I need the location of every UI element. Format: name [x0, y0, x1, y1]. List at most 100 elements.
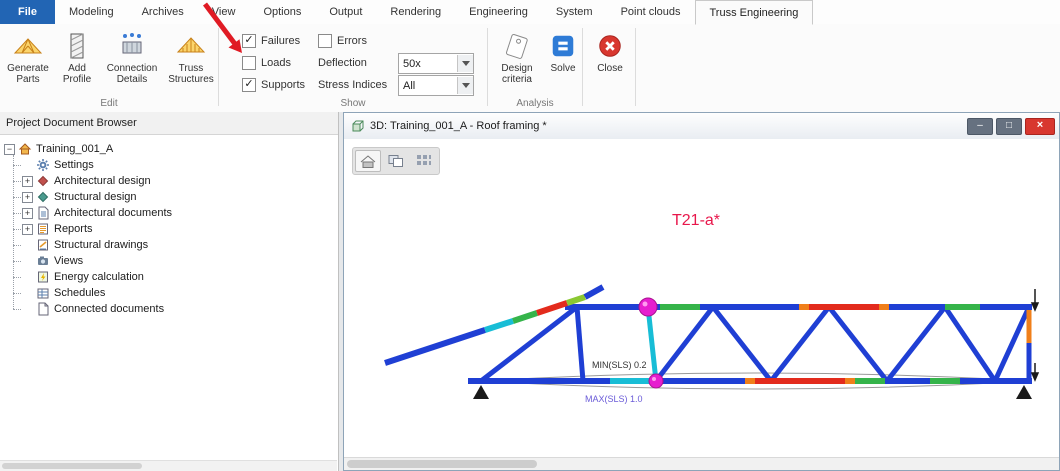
checkbox-checked-icon [242, 34, 256, 48]
3d-view-icon [350, 119, 364, 133]
tree-item-structural-drawings[interactable]: Structural drawings [22, 237, 338, 253]
max-sls-label: MAX(SLS) 1.0 [585, 394, 643, 404]
project-document-browser-panel: Project Document Browser Training_001_A … [0, 112, 339, 471]
panel-horizontal-scrollbar[interactable] [0, 460, 337, 471]
stress-indices-value: All [399, 80, 457, 92]
viewport-window: 3D: Training_001_A - Roof framing * – □ … [343, 112, 1060, 471]
min-sls-label: MIN(SLS) 0.2 [592, 360, 647, 370]
connection-details-label: Connection Details [101, 63, 163, 85]
scrollbar-thumb[interactable] [347, 460, 537, 468]
checkbox-unchecked-icon [242, 56, 256, 70]
expand-icon[interactable] [22, 192, 33, 203]
tag-icon [502, 29, 532, 63]
checkbox-checked-icon [242, 78, 256, 92]
connection-icon [117, 29, 147, 63]
house-icon [358, 153, 378, 169]
node-sphere[interactable] [639, 298, 657, 316]
panel-title: Project Document Browser [0, 112, 338, 135]
tree-item-root[interactable]: Training_001_A [4, 141, 338, 157]
errors-checkbox[interactable]: Errors [318, 33, 367, 49]
expand-icon[interactable] [22, 176, 33, 187]
expand-icon[interactable] [22, 208, 33, 219]
stress-indices-label: Stress Indices [318, 79, 387, 91]
chevron-down-icon [457, 55, 473, 72]
add-profile-button[interactable]: Add Profile [54, 28, 100, 94]
solve-button[interactable]: Solve [544, 28, 582, 94]
tab-system[interactable]: System [542, 0, 607, 24]
viewport-title: 3D: Training_001_A - Roof framing * [370, 120, 547, 132]
minimize-button[interactable]: – [967, 118, 993, 135]
design-cube-icon [36, 174, 50, 188]
tree-item-views[interactable]: Views [22, 253, 338, 269]
design-cube-icon [36, 190, 50, 204]
tree-item-architectural-design[interactable]: Architectural design [22, 173, 338, 189]
generate-parts-button[interactable]: Generate Parts [2, 28, 54, 94]
truss-structures-label: Truss Structures [165, 63, 217, 85]
tree-item-architectural-documents[interactable]: Architectural documents [22, 205, 338, 221]
ribbon-group-close: Close [583, 24, 635, 112]
project-icon [18, 142, 32, 156]
close-button[interactable]: Close [587, 28, 633, 94]
design-criteria-button[interactable]: Design criteria [490, 28, 544, 94]
viewport-titlebar[interactable]: 3D: Training_001_A - Roof framing * – □ … [344, 113, 1059, 140]
tab-options[interactable]: Options [249, 0, 315, 24]
close-label: Close [597, 63, 623, 74]
tab-rendering[interactable]: Rendering [376, 0, 455, 24]
document-icon [36, 206, 50, 220]
expand-icon[interactable] [22, 224, 33, 235]
collapse-icon[interactable] [4, 144, 15, 155]
tree-item-connected-documents[interactable]: Connected documents [22, 301, 338, 317]
document-tree: Training_001_A Settings Architectural de… [0, 135, 338, 317]
application-window: File Modeling Archives View Options Outp… [0, 0, 1060, 471]
drawing-icon [36, 238, 50, 252]
connection-details-button[interactable]: Connection Details [100, 28, 164, 94]
tab-engineering[interactable]: Engineering [455, 0, 542, 24]
truss-generate-icon [13, 29, 43, 63]
scrollbar-thumb[interactable] [2, 463, 142, 469]
energy-icon [36, 270, 50, 284]
viewport-horizontal-scrollbar[interactable] [344, 457, 1059, 470]
tab-point-clouds[interactable]: Point clouds [607, 0, 695, 24]
tab-modeling[interactable]: Modeling [55, 0, 128, 24]
tree-item-settings[interactable]: Settings [22, 157, 338, 173]
chevron-down-icon [457, 77, 473, 94]
tab-output[interactable]: Output [315, 0, 376, 24]
tab-archives[interactable]: Archives [128, 0, 198, 24]
checkbox-unchecked-icon [318, 34, 332, 48]
deflection-dropdown[interactable]: 50x [398, 53, 474, 74]
view-layout-button[interactable] [383, 150, 409, 172]
equals-icon [549, 29, 577, 63]
window-close-button[interactable]: × [1025, 118, 1055, 135]
gear-icon [36, 158, 50, 172]
truss-structures-button[interactable]: Truss Structures [164, 28, 218, 94]
close-red-icon [596, 29, 624, 63]
tree-item-schedules[interactable]: Schedules [22, 285, 338, 301]
tree-item-energy-calculation[interactable]: Energy calculation [22, 269, 338, 285]
design-criteria-label: Design criteria [491, 63, 543, 85]
node-sphere[interactable] [649, 374, 663, 388]
view-home-button[interactable] [355, 150, 381, 172]
supports-checkbox[interactable]: Supports [242, 77, 305, 93]
support-left [473, 385, 489, 399]
tab-file[interactable]: File [0, 0, 55, 24]
view-toolbar [352, 147, 440, 175]
reaction-arrows [1032, 289, 1038, 380]
ribbon-group-show: Failures Errors Loads Deflection 50x Sup… [219, 24, 487, 112]
viewport-canvas[interactable]: T21-a* MIN(SLS) 0.2 MAX(SLS) 1.0 [344, 139, 1059, 458]
tree-item-reports[interactable]: Reports [22, 221, 338, 237]
maximize-button[interactable]: □ [996, 118, 1022, 135]
stress-indices-dropdown[interactable]: All [398, 75, 474, 96]
deflection-value: 50x [399, 58, 457, 70]
failures-checkbox[interactable]: Failures [242, 33, 300, 49]
tree-item-structural-design[interactable]: Structural design [22, 189, 338, 205]
truss-name-label: T21-a* [672, 212, 720, 229]
tab-truss-engineering[interactable]: Truss Engineering [695, 0, 814, 25]
show-group-label: Show [219, 98, 487, 109]
table-icon [36, 286, 50, 300]
loads-checkbox[interactable]: Loads [242, 55, 291, 71]
tab-view[interactable]: View [198, 0, 250, 24]
truss-render: T21-a* MIN(SLS) 0.2 MAX(SLS) 1.0 [344, 139, 1059, 458]
view-grid-button[interactable] [411, 150, 437, 172]
linked-document-icon [36, 302, 50, 316]
ribbon-tab-bar: File Modeling Archives View Options Outp… [0, 0, 1060, 25]
